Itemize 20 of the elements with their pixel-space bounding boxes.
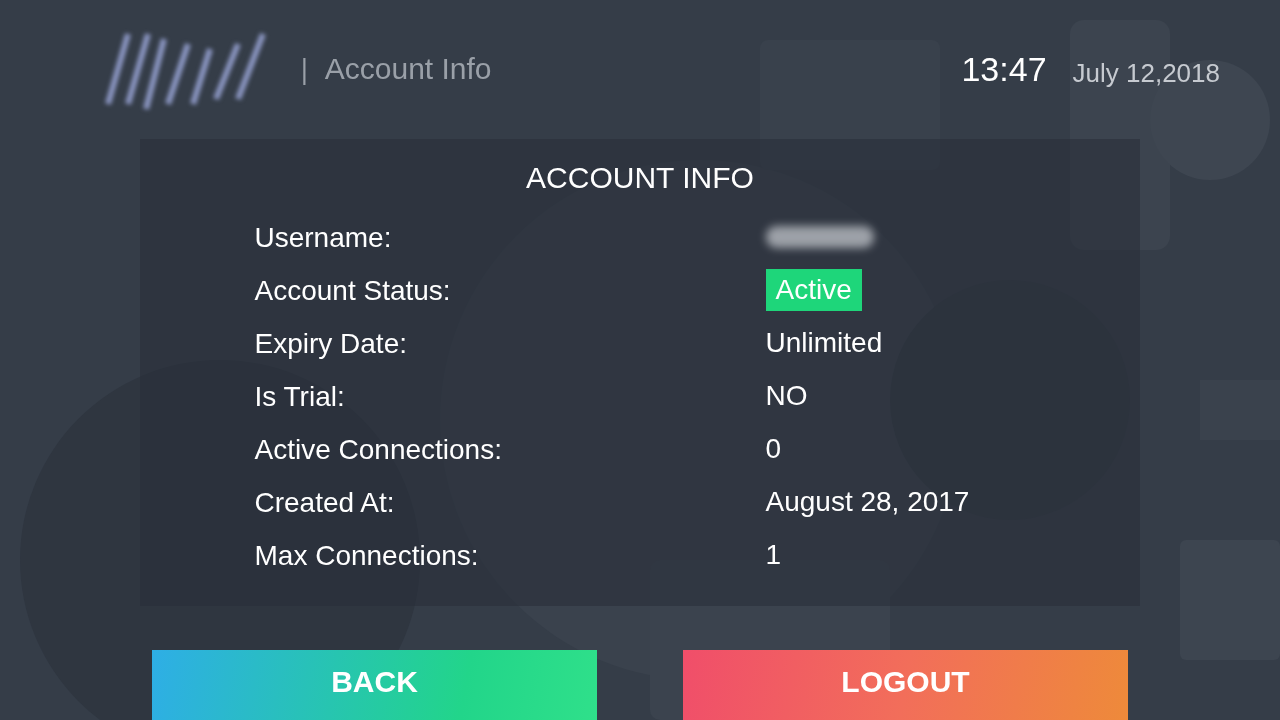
clock-time: 13:47 (961, 49, 1047, 89)
field-label: Created At: (254, 485, 396, 520)
field-label: Active Connections: (254, 432, 503, 467)
date: July 12,2018 (1072, 57, 1220, 89)
field-label: Max Connections: (254, 538, 480, 573)
field-value: 0 (765, 433, 782, 466)
field-label: Expiry Date: (254, 326, 408, 361)
field-value: 1 (765, 539, 782, 572)
section-title: Account Info (324, 52, 492, 87)
back-button[interactable]: BACK (152, 650, 597, 720)
panel-title: ACCOUNT INFO (526, 160, 754, 195)
field-label: Is Trial: (254, 379, 346, 414)
field-label: Account Status: (254, 273, 452, 308)
separator: | (300, 54, 309, 85)
status-badge: Active (765, 269, 862, 312)
logout-button[interactable]: LOGOUT (683, 650, 1128, 720)
field-value: NO (765, 380, 808, 413)
field-value: Unlimited (765, 327, 883, 360)
field-value: August 28, 2017 (765, 486, 970, 519)
field-label: Username: (254, 220, 393, 255)
